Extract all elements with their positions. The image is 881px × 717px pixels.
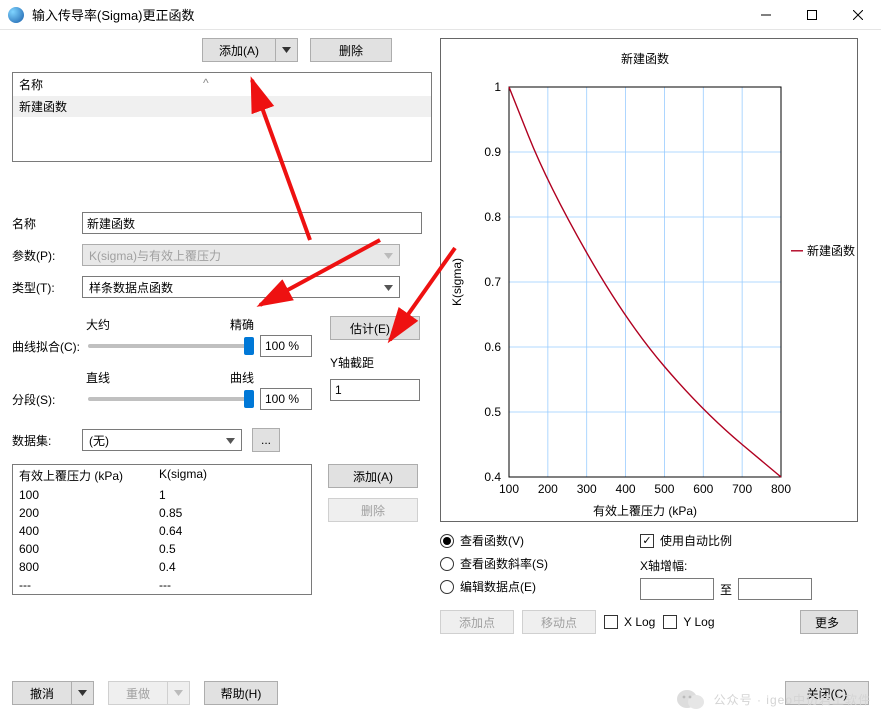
table-row[interactable]: 4000.64 (13, 522, 311, 540)
list-item[interactable]: 新建函数 (13, 96, 431, 117)
view-function-radio[interactable]: 查看函数(V) (440, 532, 640, 549)
undo-button[interactable]: 撤消 (12, 681, 72, 705)
redo-dropdown[interactable] (168, 681, 190, 705)
table-row[interactable]: 8000.4 (13, 558, 311, 576)
title-bar: 输入传导率(Sigma)更正函数 (0, 0, 881, 30)
param-label: 参数(P): (12, 247, 72, 264)
curve-fit-value[interactable] (260, 335, 312, 357)
dataset-browse-button[interactable]: ... (252, 428, 280, 452)
curve-fit-label: 曲线拟合(C): (12, 338, 84, 355)
svg-text:新建函数: 新建函数 (807, 243, 855, 258)
add-function-button[interactable]: 添加(A) (202, 38, 276, 62)
add-point-table-button[interactable]: 添加(A) (328, 464, 418, 488)
svg-text:0.7: 0.7 (484, 275, 501, 289)
dataset-combobox[interactable]: (无) (82, 429, 242, 451)
approx-label: 大约 (86, 316, 110, 333)
type-label: 类型(T): (12, 279, 72, 296)
maximize-button[interactable] (789, 0, 835, 30)
type-combobox[interactable]: 样条数据点函数 (82, 276, 400, 298)
svg-text:500: 500 (654, 482, 674, 496)
close-dialog-button[interactable]: 关闭(C) (785, 681, 869, 705)
add-chart-point-button[interactable]: 添加点 (440, 610, 514, 634)
svg-text:0.6: 0.6 (484, 340, 501, 354)
app-icon (8, 7, 24, 23)
curve-fit-slider[interactable] (88, 344, 250, 348)
view-slope-radio[interactable]: 查看函数斜率(S) (440, 555, 640, 572)
svg-text:有效上覆压力 (kPa): 有效上覆压力 (kPa) (593, 503, 697, 518)
name-label: 名称 (12, 215, 72, 232)
undo-dropdown[interactable] (72, 681, 94, 705)
estimate-button[interactable]: 估计(E)... (330, 316, 420, 340)
dataset-label: 数据集: (12, 432, 72, 449)
chevron-down-icon (384, 280, 393, 294)
svg-text:200: 200 (538, 482, 558, 496)
x-gain-label: X轴增幅: (640, 557, 858, 574)
svg-text:0.5: 0.5 (484, 405, 501, 419)
table-row[interactable]: 6000.5 (13, 540, 311, 558)
to-label: 至 (720, 581, 732, 598)
line-label: 直线 (86, 369, 110, 386)
edit-points-radio[interactable]: 编辑数据点(E) (440, 578, 640, 595)
chevron-down-icon (384, 248, 393, 262)
delete-function-button[interactable]: 删除 (310, 38, 392, 62)
redo-button[interactable]: 重做 (108, 681, 168, 705)
x-gain-to-input[interactable] (738, 578, 812, 600)
table-row[interactable]: 2000.85 (13, 504, 311, 522)
close-button[interactable] (835, 0, 881, 30)
svg-text:700: 700 (732, 482, 752, 496)
chevron-down-icon (282, 47, 291, 53)
svg-text:800: 800 (771, 482, 791, 496)
segment-value[interactable] (260, 388, 312, 410)
svg-text:100: 100 (499, 482, 519, 496)
table-col-ksigma: K(sigma) (159, 467, 279, 484)
chevron-down-icon (174, 690, 183, 696)
chevron-down-icon (78, 690, 87, 696)
xlog-checkbox[interactable]: X Log (604, 615, 655, 629)
function-listbox[interactable]: 名称 ^ 新建函数 (12, 72, 432, 162)
chevron-down-icon (226, 433, 235, 447)
name-input[interactable] (82, 212, 422, 234)
auto-scale-checkbox[interactable]: ✓使用自动比例 (640, 532, 732, 549)
data-table[interactable]: 有效上覆压力 (kPa) K(sigma) 10012000.854000.64… (12, 464, 312, 595)
listbox-header-name: 名称 (19, 76, 43, 93)
curve-label: 曲线 (230, 369, 254, 386)
y-intercept-input[interactable] (330, 379, 420, 401)
svg-text:300: 300 (577, 482, 597, 496)
ylog-checkbox[interactable]: Y Log (663, 615, 714, 629)
param-combobox: K(sigma)与有效上覆压力 (82, 244, 400, 266)
add-function-dropdown[interactable] (276, 38, 298, 62)
svg-text:0.4: 0.4 (484, 470, 501, 484)
svg-text:1: 1 (494, 80, 501, 94)
delete-point-table-button[interactable]: 删除 (328, 498, 418, 522)
svg-text:K(sigma): K(sigma) (450, 258, 464, 306)
chart-area: 新建函数 100 200 300 400 500 600 700 800 0.4 0.5 0.6 0.7… (440, 38, 858, 522)
svg-text:600: 600 (693, 482, 713, 496)
exact-label: 精确 (230, 316, 254, 333)
more-button[interactable]: 更多 (800, 610, 858, 634)
move-chart-point-button[interactable]: 移动点 (522, 610, 596, 634)
table-row[interactable]: ------ (13, 576, 311, 594)
minimize-button[interactable] (743, 0, 789, 30)
svg-text:0.9: 0.9 (484, 145, 501, 159)
table-col-pressure: 有效上覆压力 (kPa) (19, 467, 159, 484)
segment-slider[interactable] (88, 397, 250, 401)
table-row[interactable]: 1001 (13, 486, 311, 504)
y-intercept-label: Y轴截距 (330, 354, 420, 371)
help-button[interactable]: 帮助(H) (204, 681, 278, 705)
sort-indicator-icon: ^ (203, 76, 209, 93)
svg-text:400: 400 (616, 482, 636, 496)
x-gain-from-input[interactable] (640, 578, 714, 600)
segment-label: 分段(S): (12, 391, 84, 408)
window-title: 输入传导率(Sigma)更正函数 (32, 5, 743, 24)
svg-text:0.8: 0.8 (484, 210, 501, 224)
svg-text:新建函数: 新建函数 (621, 51, 669, 66)
